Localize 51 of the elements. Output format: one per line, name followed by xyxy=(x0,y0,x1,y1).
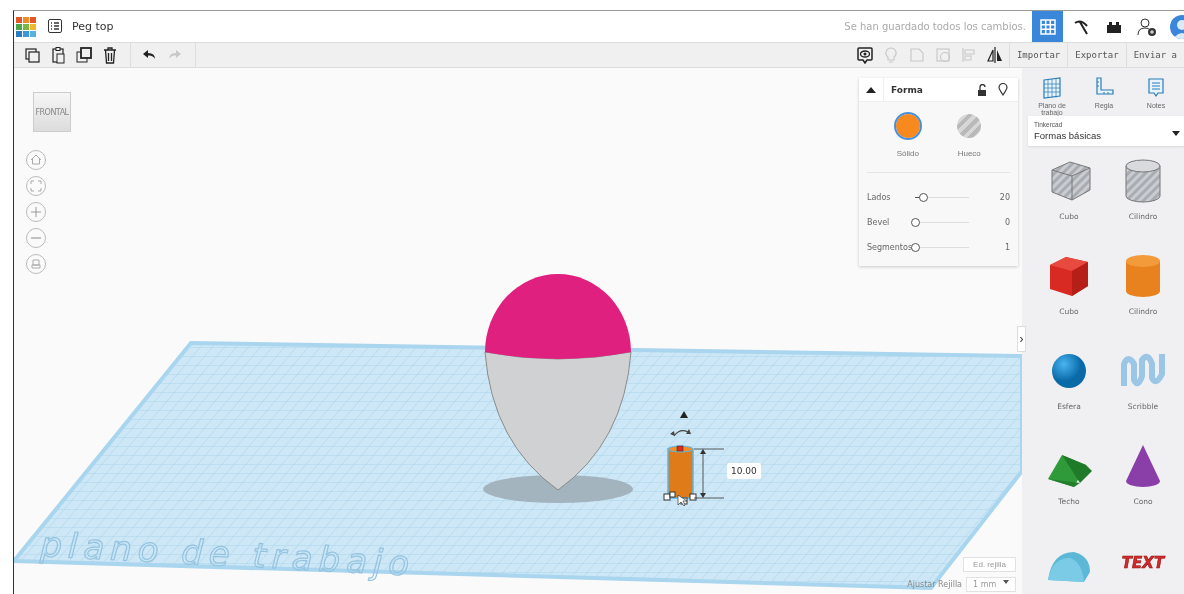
duplicate-icon xyxy=(75,46,93,64)
shape-icon xyxy=(907,46,926,64)
dimension-arrow xyxy=(693,448,725,499)
caret-icon xyxy=(1172,131,1180,136)
collapse-toggle[interactable]: › xyxy=(1017,326,1026,352)
fit-view-icon xyxy=(28,178,44,194)
rotate-handle-icon[interactable] xyxy=(670,429,691,437)
panel-title: Forma xyxy=(891,84,924,95)
lift-arrow-icon[interactable] xyxy=(680,411,688,418)
param-label: Bevel xyxy=(867,218,891,227)
shape-tile[interactable]: TEXT xyxy=(1106,536,1180,594)
selected-cylinder-drawing[interactable] xyxy=(663,445,697,507)
tinkercad-logo xyxy=(16,16,36,37)
param-value: 20 xyxy=(998,193,1010,202)
user-add-icon xyxy=(1136,16,1157,37)
trash-icon xyxy=(101,46,119,64)
snap-grid-select[interactable]: 1 mm xyxy=(966,577,1016,592)
grid-view-icon xyxy=(1038,17,1057,36)
home-button[interactable] xyxy=(26,150,46,170)
dimension-label[interactable]: 10.00 xyxy=(727,463,761,479)
text-thumbnail: TEXT xyxy=(1118,536,1168,586)
copy-icon xyxy=(23,46,41,64)
lock-icon[interactable] xyxy=(976,83,988,96)
clipboard-icon xyxy=(49,46,67,64)
home-icon xyxy=(28,152,44,168)
snap-grid-label: Ajustar Rejilla xyxy=(907,580,962,589)
triangle-icon xyxy=(866,85,876,94)
save-status: Se han guardado todos los cambios. xyxy=(844,21,1026,32)
edit-grid-button[interactable]: Ed. rejilla xyxy=(963,557,1016,572)
mirror-icon xyxy=(985,46,1004,64)
note-eye-icon xyxy=(855,46,874,64)
group-icon xyxy=(933,46,952,64)
param-value: 0 xyxy=(1003,218,1010,227)
grid-icon xyxy=(1040,76,1064,100)
grid-view-button[interactable] xyxy=(1032,11,1063,42)
peg-top-drawing[interactable] xyxy=(484,274,632,491)
param-label: Segmentos xyxy=(867,243,914,252)
slider-thumb[interactable] xyxy=(911,243,920,252)
design-title: Peg top xyxy=(72,20,114,33)
caret-icon xyxy=(1003,580,1009,584)
slider-thumb[interactable] xyxy=(919,193,929,202)
param-label: Lados xyxy=(867,193,892,202)
projection-icon xyxy=(28,256,44,272)
slider-thumb[interactable] xyxy=(911,218,920,227)
minus-icon xyxy=(31,237,41,239)
plus-icon xyxy=(28,204,44,220)
param-value: 1 xyxy=(1003,243,1010,252)
view-cube[interactable]: FRONTAL xyxy=(33,92,71,132)
list-menu-button[interactable] xyxy=(46,17,64,36)
align-icon xyxy=(959,46,978,64)
workplane-label: plano de trabajo xyxy=(39,524,417,584)
